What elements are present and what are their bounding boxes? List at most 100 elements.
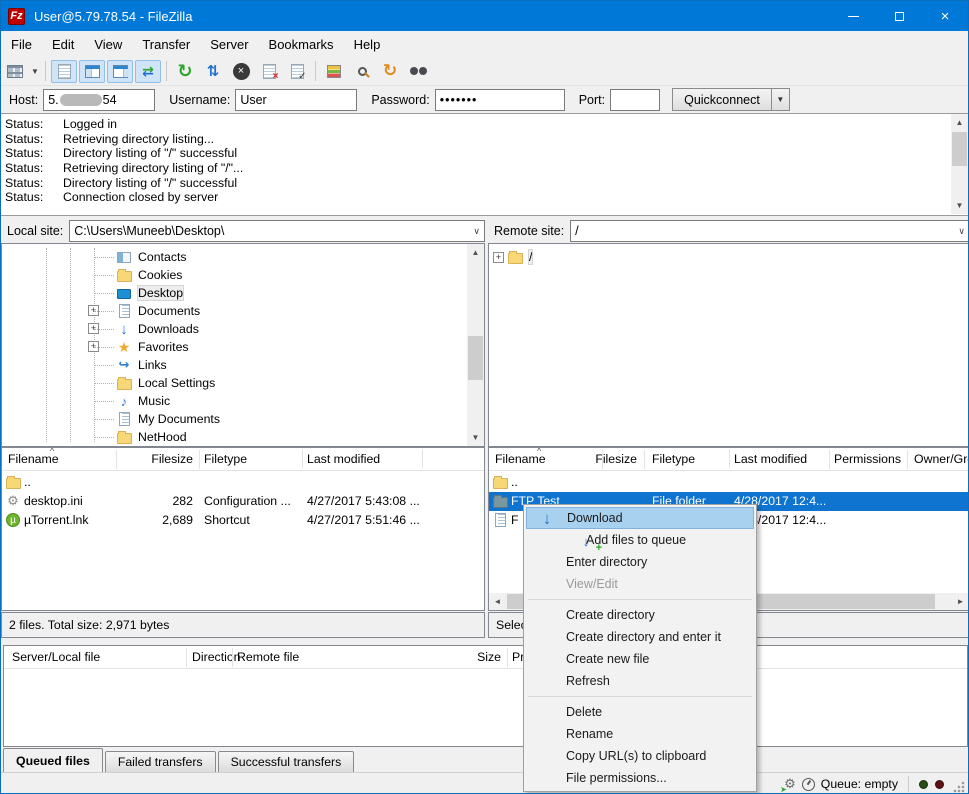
scroll-right-icon[interactable]: ► [952, 593, 969, 610]
password-input[interactable]: ••••••• [435, 89, 565, 111]
menu-file[interactable]: File [1, 33, 42, 56]
queue-column-remotefile[interactable]: Remote file [237, 650, 397, 664]
column-header-lastmodified[interactable]: Last modified [307, 452, 419, 466]
menu-server[interactable]: Server [200, 33, 258, 56]
context-menu-delete[interactable]: Delete [526, 701, 754, 723]
remote-root-label[interactable]: / [529, 250, 532, 264]
column-separator[interactable] [602, 450, 603, 469]
local-tree-scrollbar[interactable]: ▲ ▼ [467, 244, 484, 446]
context-menu-refresh[interactable]: Refresh [526, 670, 754, 692]
scroll-up-icon[interactable]: ▲ [467, 244, 484, 261]
context-menu-create-new-file[interactable]: Create new file [526, 648, 754, 670]
quickconnect-dropdown[interactable]: ▼ [772, 88, 790, 111]
context-menu-enter-directory[interactable]: Enter directory [526, 551, 754, 573]
queue-column-serverlocalfile[interactable]: Server/Local file [12, 650, 182, 664]
column-header-filename[interactable]: Filename [495, 452, 595, 466]
site-manager-dropdown[interactable]: ▼ [29, 67, 41, 76]
toggle-message-log-button[interactable] [51, 60, 77, 83]
menu-transfer[interactable]: Transfer [132, 33, 200, 56]
context-menu-add-files-to-queue[interactable]: ↓Add files to queue [526, 529, 754, 551]
tree-item-nethood[interactable]: NetHood [94, 428, 187, 446]
menu-edit[interactable]: Edit [42, 33, 84, 56]
tree-item-contacts[interactable]: Contacts [94, 248, 187, 266]
column-separator[interactable] [829, 450, 830, 469]
column-header-ownergro[interactable]: Owner/Gro [914, 452, 969, 466]
column-header-filetype[interactable]: Filetype [204, 452, 300, 466]
expand-icon[interactable]: + [493, 252, 504, 263]
tree-item-links[interactable]: ↪Links [94, 356, 167, 374]
tree-item-documents[interactable]: Documents [94, 302, 200, 320]
tree-item-music[interactable]: ♪Music [94, 392, 170, 410]
disconnect-button[interactable]: × [256, 60, 282, 83]
column-separator[interactable] [186, 648, 187, 667]
tree-item-my-documents[interactable]: My Documents [94, 410, 220, 428]
column-separator[interactable] [302, 450, 303, 469]
toggle-queue-button[interactable]: ⇄ [135, 60, 161, 83]
synchronized-browsing-button[interactable]: ↻ [377, 60, 403, 83]
queue-gauge-icon[interactable] [802, 778, 815, 791]
menu-view[interactable]: View [84, 33, 132, 56]
tab-failed-transfers[interactable]: Failed transfers [105, 751, 216, 772]
resize-grip[interactable] [953, 781, 965, 793]
chevron-down-icon[interactable]: ∨ [473, 226, 480, 237]
file-row-parent[interactable]: .. [2, 473, 484, 492]
context-menu-file-permissions[interactable]: File permissions... [526, 767, 754, 789]
column-separator[interactable] [232, 648, 233, 667]
column-header-filename[interactable]: Filename [8, 452, 116, 466]
username-input[interactable]: User [235, 89, 357, 111]
menu-help[interactable]: Help [344, 33, 391, 56]
directory-comparison-button[interactable] [321, 60, 347, 83]
scroll-down-icon[interactable]: ▼ [951, 197, 968, 214]
toggle-remote-tree-button[interactable] [107, 60, 133, 83]
site-manager-button[interactable] [2, 60, 28, 83]
column-header-permissions[interactable]: Permissions [834, 452, 904, 466]
column-separator[interactable] [507, 648, 508, 667]
remote-site-combo[interactable]: / ∨ [570, 220, 969, 242]
scroll-down-icon[interactable]: ▼ [467, 429, 484, 446]
file-row-parent[interactable]: .. [489, 473, 969, 492]
column-header-filesize[interactable]: Filesize [120, 452, 193, 466]
column-header-lastmodified[interactable]: Last modified [734, 452, 826, 466]
column-separator[interactable] [199, 450, 200, 469]
host-input[interactable]: 5.54 [43, 89, 155, 111]
tree-item-downloads[interactable]: ↓Downloads [94, 320, 199, 338]
quickconnect-button[interactable]: Quickconnect [672, 88, 772, 111]
tab-successful-transfers[interactable]: Successful transfers [218, 751, 355, 772]
queue-column-size[interactable]: Size [404, 650, 501, 664]
find-files-button[interactable] [349, 60, 375, 83]
column-separator[interactable] [422, 450, 423, 469]
column-header-filetype[interactable]: Filetype [652, 452, 724, 466]
maximize-button[interactable] [876, 1, 922, 31]
context-menu-create-directory-and-enter-it[interactable]: Create directory and enter it [526, 626, 754, 648]
file-row-1[interactable]: ⚙desktop.ini282Configuration ...4/27/201… [2, 492, 484, 511]
refresh-button[interactable]: ↻ [172, 60, 198, 83]
context-menu-copy-url-s-to-clipboard[interactable]: Copy URL(s) to clipboard [526, 745, 754, 767]
column-separator[interactable] [116, 450, 117, 469]
tree-item-desktop[interactable]: Desktop [94, 284, 183, 302]
chevron-down-icon[interactable]: ∨ [958, 226, 965, 237]
context-menu-create-directory[interactable]: Create directory [526, 604, 754, 626]
process-queue-button[interactable]: ⇅ [200, 60, 226, 83]
scroll-left-icon[interactable]: ◄ [489, 593, 506, 610]
scrollbar-thumb[interactable] [952, 132, 967, 166]
filter-button[interactable] [405, 60, 431, 83]
log-scrollbar[interactable]: ▲ ▼ [951, 114, 968, 214]
port-input[interactable] [610, 89, 660, 111]
column-separator[interactable] [644, 450, 645, 469]
scrollbar-thumb[interactable] [468, 336, 483, 380]
tab-queued-files[interactable]: Queued files [3, 748, 103, 772]
minimize-button[interactable] [830, 1, 876, 31]
queue-column-direction[interactable]: Direction [192, 650, 242, 664]
context-menu-rename[interactable]: Rename [526, 723, 754, 745]
file-row-2[interactable]: µµTorrent.lnk2,689Shortcut4/27/2017 5:51… [2, 511, 484, 530]
column-separator[interactable] [907, 450, 908, 469]
cancel-button[interactable]: × [228, 60, 254, 83]
column-header-filesize[interactable]: Filesize [589, 452, 637, 466]
local-site-combo[interactable]: C:\Users\Muneeb\Desktop\ ∨ [69, 220, 485, 242]
tree-item-local-settings[interactable]: Local Settings [94, 374, 215, 392]
speed-limits-icon[interactable]: ⚙ [784, 776, 796, 792]
close-button[interactable]: × [922, 1, 968, 31]
scroll-up-icon[interactable]: ▲ [951, 114, 968, 131]
tree-item-favorites[interactable]: ★Favorites [94, 338, 189, 356]
context-menu-download[interactable]: ↓Download [526, 507, 754, 529]
